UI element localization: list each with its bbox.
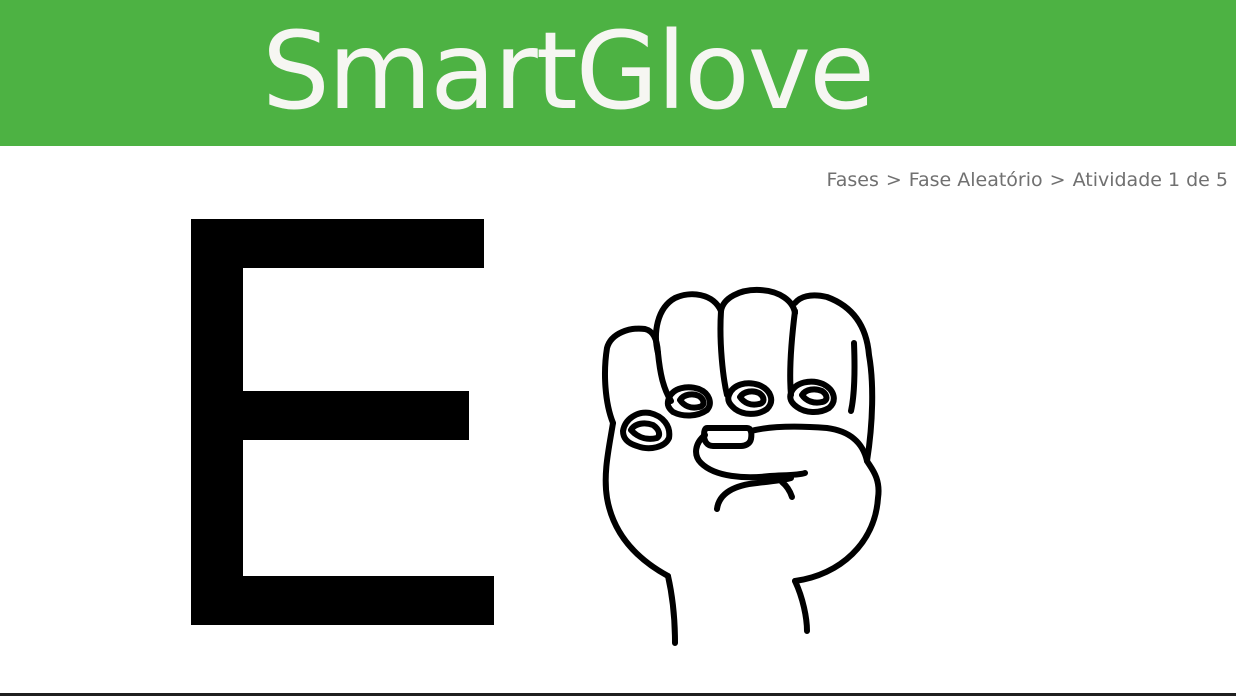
breadcrumb-separator: > — [1049, 169, 1066, 191]
breadcrumb-separator: > — [885, 169, 902, 191]
breadcrumb-item-fase[interactable]: Fase Aleatório — [909, 169, 1043, 191]
target-letter: E — [191, 219, 494, 625]
hand-sign-letter-e-icon — [602, 286, 882, 646]
breadcrumb-item-fases[interactable]: Fases — [827, 169, 879, 191]
breadcrumb: Fases > Fase Aleatório > Atividade 1 de 5 — [827, 166, 1228, 194]
breadcrumb-item-activity: Atividade 1 de 5 — [1072, 169, 1228, 191]
app-header: SmartGlove — [0, 0, 1236, 146]
app-title: SmartGlove — [262, 10, 875, 134]
